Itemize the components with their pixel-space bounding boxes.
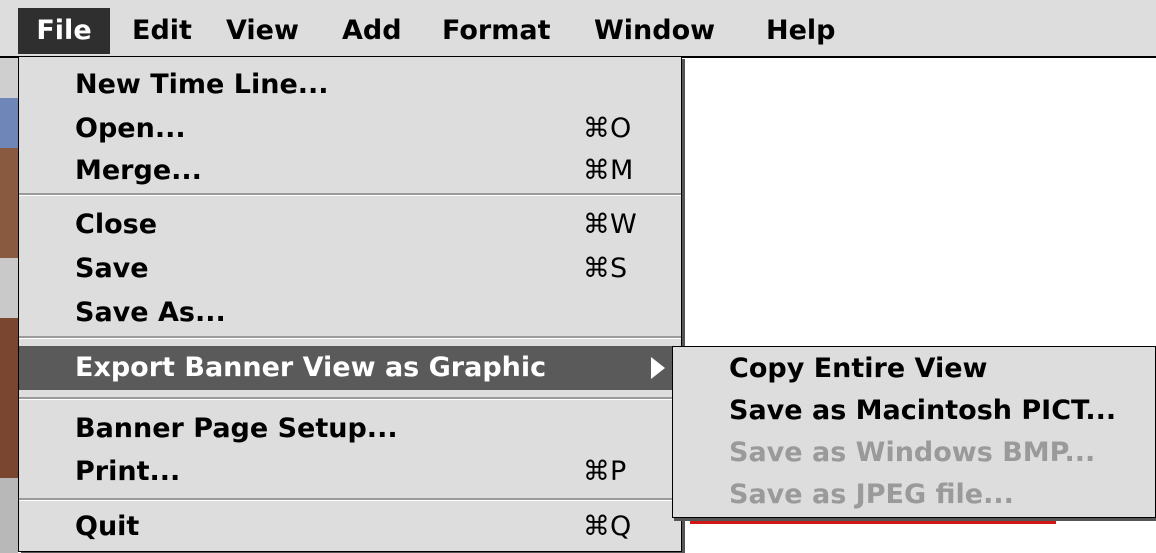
menu-item-shortcut: ⌘W — [583, 209, 637, 240]
menu-item-label: Export Banner View as Graphic — [75, 352, 547, 383]
menu-window[interactable]: Window — [594, 8, 715, 54]
menu-item-shortcut: ⌘P — [583, 456, 627, 487]
menu-item-save-as[interactable]: Save As... — [19, 291, 681, 335]
menu-item-label: Merge... — [75, 155, 202, 186]
menu-format[interactable]: Format — [442, 8, 550, 54]
menu-item-shortcut: ⌘M — [583, 155, 634, 186]
export-submenu: Copy Entire View Save as Macintosh PICT.… — [672, 346, 1156, 518]
menu-separator — [19, 336, 681, 339]
menu-item-print[interactable]: Print... ⌘P — [19, 450, 681, 494]
menu-item-new-time-line[interactable]: New Time Line... — [19, 63, 681, 107]
menu-item-shortcut: ⌘O — [583, 113, 632, 144]
menu-separator — [19, 498, 681, 501]
menu-item-label: Close — [75, 209, 158, 240]
menu-item-save[interactable]: Save ⌘S — [19, 247, 681, 291]
submenu-item-save-as-jpeg: Save as JPEG file... — [673, 473, 1155, 517]
menu-item-label: New Time Line... — [75, 69, 329, 100]
file-menu-dropdown: New Time Line... Open... ⌘O Merge... ⌘M … — [18, 56, 682, 552]
menu-separator — [19, 193, 681, 196]
menu-item-label: Save as Windows BMP... — [729, 437, 1096, 468]
menu-item-export-banner-view[interactable]: Export Banner View as Graphic — [19, 346, 681, 390]
menu-item-label: Save as JPEG file... — [729, 479, 1014, 510]
menu-item-label: Save as Macintosh PICT... — [729, 395, 1117, 426]
menu-item-close[interactable]: Close ⌘W — [19, 203, 681, 247]
menu-item-label: Save As... — [75, 297, 226, 328]
background-window-edge — [0, 58, 18, 553]
submenu-item-copy-entire-view[interactable]: Copy Entire View — [673, 347, 1155, 391]
menu-add[interactable]: Add — [342, 8, 402, 54]
menu-item-label: Banner Page Setup... — [75, 413, 398, 444]
menu-bar: File Edit View Add Format Window Help — [0, 0, 1156, 58]
menu-item-open[interactable]: Open... ⌘O — [19, 107, 681, 151]
background-red-line — [690, 521, 1056, 524]
menu-item-banner-page-setup[interactable]: Banner Page Setup... — [19, 407, 681, 451]
menu-item-label: Print... — [75, 456, 181, 487]
submenu-arrow-icon — [651, 357, 665, 379]
menu-help[interactable]: Help — [766, 8, 836, 54]
menu-item-label: Quit — [75, 511, 140, 542]
menu-item-label: Open... — [75, 113, 186, 144]
menu-item-label: Copy Entire View — [729, 353, 988, 384]
menu-item-merge[interactable]: Merge... ⌘M — [19, 149, 681, 193]
menu-item-label: Save — [75, 253, 149, 284]
menu-view[interactable]: View — [226, 8, 299, 54]
menu-edit[interactable]: Edit — [132, 8, 192, 54]
menu-item-shortcut: ⌘S — [583, 253, 628, 284]
menu-file[interactable]: File — [18, 8, 110, 54]
menu-separator — [19, 397, 681, 400]
menu-item-quit[interactable]: Quit ⌘Q — [19, 505, 681, 549]
submenu-item-save-as-bmp: Save as Windows BMP... — [673, 431, 1155, 475]
submenu-item-save-as-pict[interactable]: Save as Macintosh PICT... — [673, 389, 1155, 433]
menu-item-shortcut: ⌘Q — [583, 511, 632, 542]
